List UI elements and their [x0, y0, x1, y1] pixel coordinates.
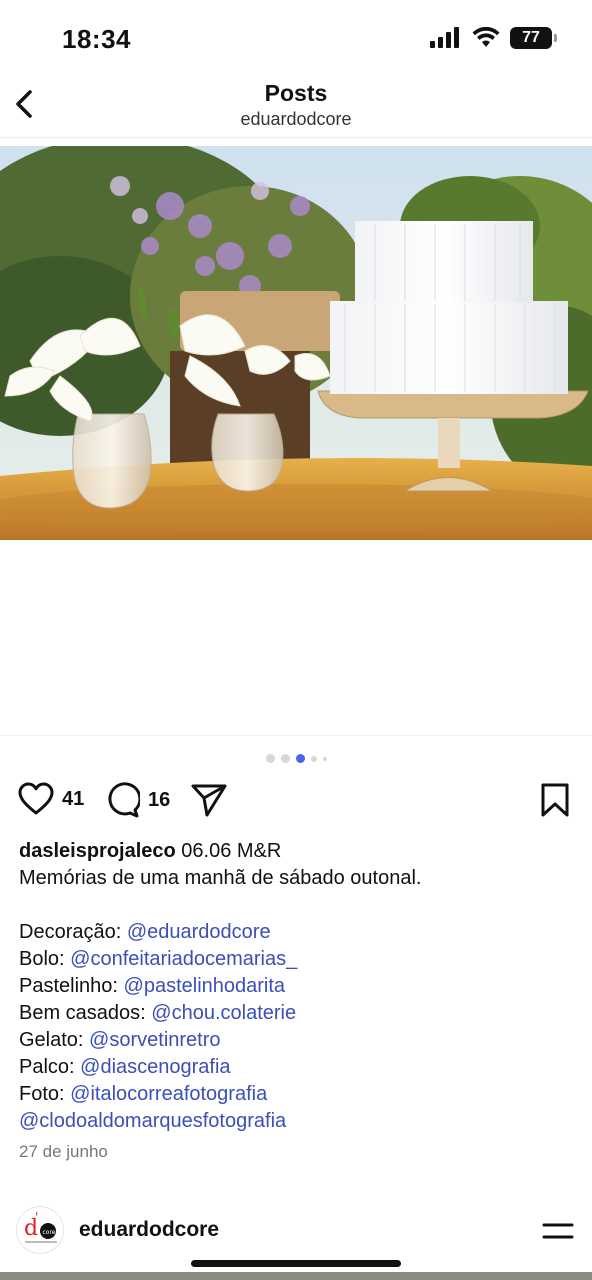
credit-line: Palco: @diascenografia	[19, 1054, 575, 1081]
credit-label: Gelato:	[19, 1029, 90, 1051]
carousel-indicator	[0, 754, 592, 763]
menu-icon[interactable]	[542, 1220, 574, 1242]
post-caption: dasleisprojaleco 06.06 M&R Memórias de u…	[19, 838, 575, 1135]
status-icons: 77	[430, 27, 557, 49]
dcore-logo: d ' core	[24, 1210, 57, 1243]
next-post-header: d ' core eduardodcore	[0, 1200, 592, 1280]
credit-line: @clodoaldomarquesfotografia	[19, 1108, 575, 1135]
credit-line: Bem casados: @chou.colaterie	[19, 1000, 575, 1027]
battery-level: 77	[522, 29, 540, 46]
post-photo[interactable]	[0, 146, 592, 540]
credit-label: Bem casados:	[19, 1002, 152, 1024]
post-photo-illustration	[0, 146, 592, 540]
credit-mention[interactable]: @eduardodcore	[127, 921, 271, 943]
post-actions: 41 16	[18, 782, 574, 822]
carousel-dot	[280, 754, 290, 763]
bookmark-icon	[541, 783, 569, 817]
credit-mention[interactable]: @diascenografia	[80, 1056, 230, 1078]
credit-line: Decoração: @eduardodcore	[19, 919, 575, 946]
credit-line: Pastelinho: @pastelinhodarita	[19, 973, 575, 1000]
caption-first-line: dasleisprojaleco 06.06 M&R	[19, 838, 575, 865]
caption-headline: 06.06 M&R	[175, 840, 282, 862]
comment-count: 16	[148, 788, 171, 811]
battery-icon: 77	[510, 27, 557, 49]
next-post-image-edge	[0, 1272, 592, 1280]
send-icon	[191, 784, 227, 817]
svg-text:': '	[35, 1210, 38, 1224]
caption-line-2: Memórias de uma manhã de sábado outonal.	[19, 867, 422, 889]
image-blank-area	[0, 540, 592, 736]
save-button[interactable]	[540, 782, 570, 818]
status-bar: 18:34 77	[0, 0, 592, 78]
post-date: 27 de junho	[19, 1142, 108, 1161]
status-time: 18:34	[62, 24, 131, 54]
credit-mention[interactable]: @clodoaldomarquesfotografia	[19, 1110, 286, 1132]
credit-line: Bolo: @confeitariadocemarias_	[19, 946, 575, 973]
credit-line: Foto: @italocorreafotografia	[19, 1081, 575, 1108]
page-title: Posts	[264, 80, 328, 106]
like-count: 41	[62, 787, 85, 810]
credit-label: Bolo:	[19, 948, 71, 970]
account-name[interactable]: eduardodcore	[79, 1218, 219, 1242]
credit-line: Gelato: @sorvetinretro	[19, 1027, 575, 1054]
comment-button[interactable]: 16	[104, 782, 170, 818]
nav-header: Posts eduardodcore	[0, 78, 592, 138]
credit-mention[interactable]: @confeitariadocemarias_	[70, 948, 297, 970]
like-button[interactable]: 41	[18, 782, 84, 816]
comment-bubble-icon	[108, 782, 140, 818]
carousel-dot-active	[295, 754, 305, 763]
carousel-dot	[322, 756, 327, 761]
credit-mention[interactable]: @sorvetinretro	[89, 1029, 220, 1051]
avatar[interactable]: d ' core	[16, 1206, 64, 1254]
carousel-dot	[265, 754, 275, 763]
credit-mention[interactable]: @chou.colaterie	[151, 1002, 296, 1024]
home-indicator[interactable]	[191, 1260, 401, 1267]
credit-label: Foto:	[19, 1083, 71, 1105]
credit-mention[interactable]: @pastelinhodarita	[124, 975, 286, 997]
credit-label: Decoração:	[19, 921, 127, 943]
credit-label: Palco:	[19, 1056, 81, 1078]
wifi-icon	[472, 27, 500, 47]
share-button[interactable]	[190, 782, 228, 818]
credit-label: Pastelinho:	[19, 975, 124, 997]
heart-icon	[18, 782, 54, 815]
svg-text:core: core	[43, 1229, 56, 1236]
carousel-dot	[310, 755, 317, 762]
page-subtitle: eduardodcore	[240, 109, 352, 129]
caption-username[interactable]: dasleisprojaleco	[19, 840, 176, 862]
signal-icon	[430, 27, 459, 48]
credit-mention[interactable]: @italocorreafotografia	[70, 1083, 267, 1105]
